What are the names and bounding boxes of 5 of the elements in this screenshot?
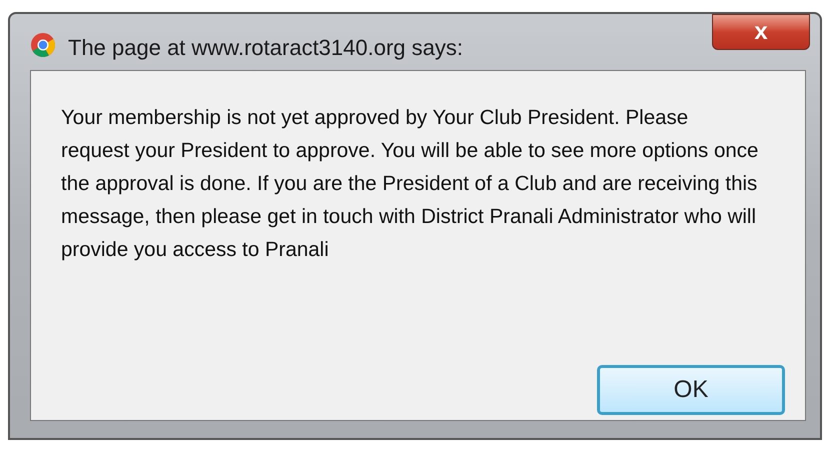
window-title: The page at www.rotaract3140.org says: xyxy=(68,34,463,62)
close-button[interactable]: x xyxy=(712,14,810,50)
ok-button[interactable]: OK xyxy=(597,365,785,415)
browser-logo-icon xyxy=(30,32,56,58)
message-text: Your membership is not yet approved by Your Club President. Please request your President to approve. You will be able to see more options once the approval is done. If you are the President of a Club and are receiving this message, then please get in touch with District Pranali Administrator who will provide you access to Pranali xyxy=(61,105,760,263)
